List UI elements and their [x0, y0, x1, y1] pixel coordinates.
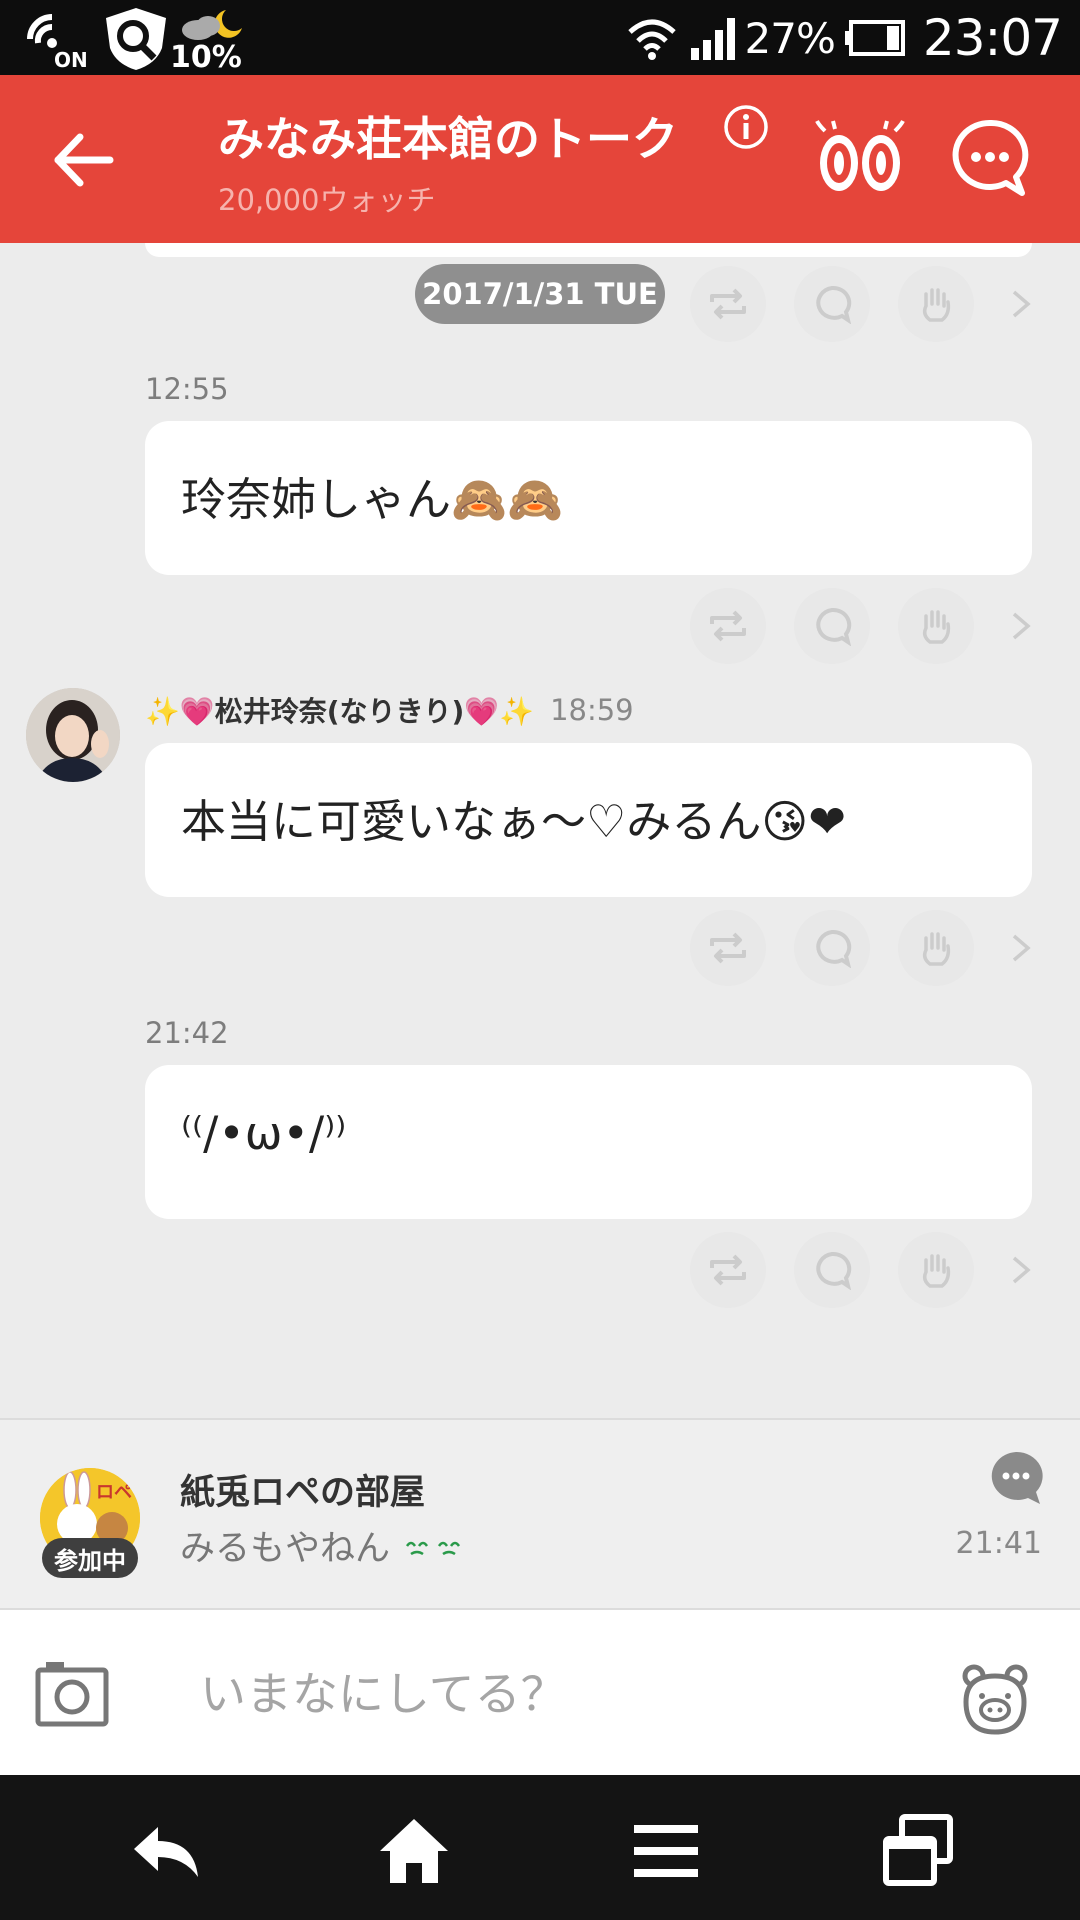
comment-icon [816, 285, 852, 324]
reply-arrow-icon [134, 1827, 198, 1877]
message-bubble[interactable]: 玲奈姉しゃん🙈🙈 [145, 421, 1032, 575]
hamburger-icon [634, 1825, 698, 1877]
message-text: 本当に可愛いなぁ〜♡みるん😘❤ [181, 795, 846, 848]
comment-icon [816, 607, 852, 646]
retalk-button[interactable] [690, 266, 766, 342]
message-input[interactable] [200, 1654, 740, 1734]
signal-icon [690, 18, 735, 60]
clap-hand-icon [922, 1254, 951, 1288]
message-actions [690, 266, 1040, 342]
message-time: 18:59 [550, 693, 634, 727]
chat-bubble-icon [991, 1451, 1043, 1504]
clap-button[interactable] [898, 910, 974, 986]
svg-text:ロペ: ロペ [96, 1482, 132, 1503]
stamp-button[interactable] [958, 1662, 1032, 1736]
system-nav-bar [0, 1775, 1080, 1920]
comment-button[interactable] [794, 588, 870, 664]
retalk-icon [710, 932, 746, 964]
message-bubble[interactable]: 本当に可愛いなぁ〜♡みるん😘❤ [145, 743, 1032, 897]
chevron-right-icon[interactable] [1000, 928, 1040, 968]
message-actions [690, 910, 1040, 986]
avatar-photo [26, 688, 120, 782]
joined-room-banner[interactable]: ロペ 参加中 紙兎ロペの部屋 みるもやねん 21:41 [0, 1418, 1080, 1610]
battery-icon [844, 20, 905, 56]
clap-button[interactable] [898, 588, 974, 664]
sweat-emoji-icon [406, 1541, 461, 1556]
camera-button[interactable] [34, 1654, 110, 1730]
avatar[interactable] [26, 688, 120, 782]
retalk-icon [710, 1254, 746, 1286]
comment-button[interactable] [794, 266, 870, 342]
comment-button[interactable] [794, 1232, 870, 1308]
eyes-icon [815, 120, 905, 191]
comment-button[interactable] [794, 910, 870, 986]
sender-name[interactable]: ✨💗松井玲奈(なりきり)💗✨ [145, 690, 534, 730]
sender-line: ✨💗松井玲奈(なりきり)💗✨ 18:59 [145, 690, 634, 730]
comment-icon [816, 929, 852, 968]
watch-count: 20,000ウォッチ [218, 183, 436, 217]
status-right: 27% 23:07 [627, 8, 1063, 68]
room-name: 紙兎ロペの部屋 [180, 1473, 426, 1513]
message-text: ⁽⁽/•ω•/⁾⁾ [181, 1107, 347, 1160]
svg-text:ON: ON [54, 48, 88, 69]
nav-menu-button[interactable] [628, 1813, 704, 1889]
message-text: 玲奈姉しゃん🙈🙈 [181, 473, 564, 526]
message-actions [690, 588, 1040, 664]
chevron-right-icon[interactable] [1000, 284, 1040, 324]
battery-percent: 27% [744, 13, 836, 63]
info-icon[interactable] [722, 103, 770, 151]
message-actions [690, 1232, 1040, 1308]
back-button[interactable] [50, 125, 120, 195]
nav-recents-button[interactable] [880, 1813, 956, 1889]
message-bubble[interactable]: ⁽⁽/•ω•/⁾⁾ [145, 1065, 1032, 1219]
retalk-button[interactable] [690, 910, 766, 986]
chat-menu-icon [952, 119, 1029, 196]
wifi-icon [627, 19, 676, 60]
room-last-message: みるもやねん [180, 1520, 465, 1571]
retalk-button[interactable] [690, 1232, 766, 1308]
home-icon [380, 1819, 448, 1883]
clap-button[interactable] [898, 1232, 974, 1308]
bear-stamp-icon [962, 1664, 1028, 1735]
chat-menu-button[interactable] [950, 117, 1030, 197]
room-last-message-text: みるもやねん [180, 1529, 391, 1569]
message-time: 21:42 [145, 1016, 229, 1050]
watch-button[interactable] [815, 117, 905, 197]
status-bar: ON 10% 27% 23:07 [0, 0, 1080, 75]
retalk-icon [710, 610, 746, 642]
clap-hand-icon [922, 932, 951, 966]
retalk-button[interactable] [690, 588, 766, 664]
weather-percent: 10% [170, 40, 242, 75]
camera-icon [35, 1662, 109, 1727]
arrow-left-icon [54, 133, 114, 187]
nav-home-button[interactable] [376, 1813, 452, 1889]
comment-icon [816, 1251, 852, 1290]
clap-hand-icon [922, 288, 951, 322]
room-last-time: 21:41 [955, 1526, 1042, 1561]
retalk-icon [710, 288, 746, 320]
shield-search-icon [106, 8, 166, 70]
nav-back-button[interactable] [128, 1813, 204, 1889]
message-time: 12:55 [145, 372, 229, 406]
date-separator: 2017/1/31 TUE [415, 264, 665, 324]
chevron-right-icon[interactable] [1000, 1250, 1040, 1290]
room-title[interactable]: みなみ荘本館のトーク [218, 103, 678, 169]
joined-badge: 参加中 [42, 1538, 138, 1578]
clock: 23:07 [922, 9, 1063, 67]
composer [0, 1610, 1080, 1775]
recents-icon [883, 1814, 953, 1886]
previous-message-bubble [145, 243, 1032, 257]
clap-hand-icon [922, 610, 951, 644]
room-header: みなみ荘本館のトーク 20,000ウォッチ [0, 75, 1080, 243]
chevron-right-icon[interactable] [1000, 606, 1040, 646]
nfc-icon: ON [27, 14, 88, 69]
clap-button[interactable] [898, 266, 974, 342]
